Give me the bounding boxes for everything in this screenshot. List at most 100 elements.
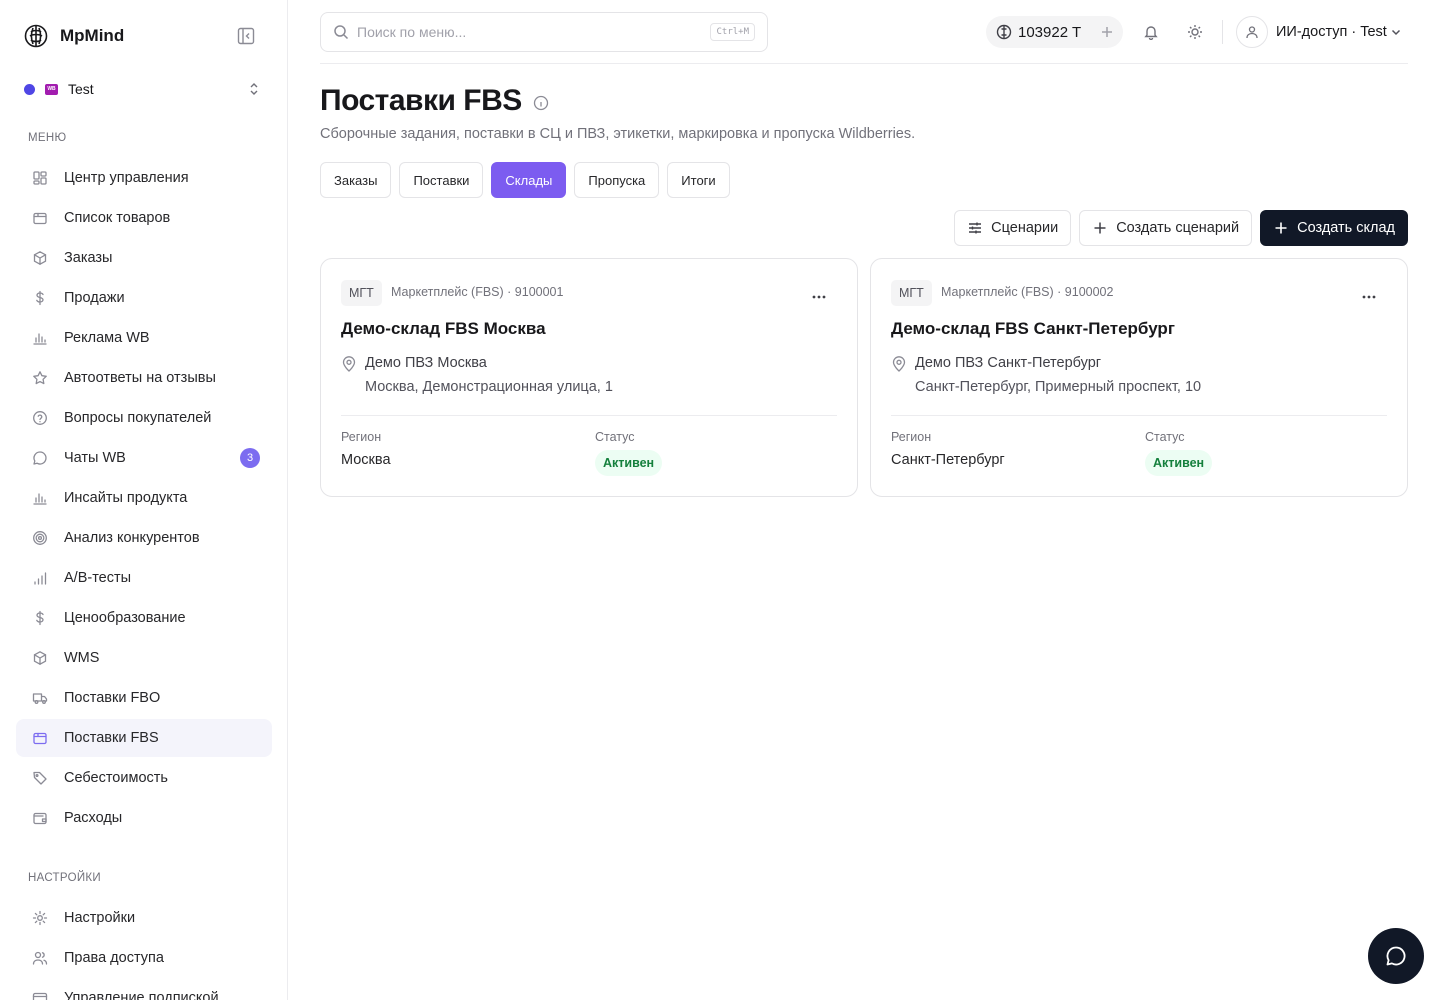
sidebar-item-label: Вопросы покупателей: [64, 410, 212, 426]
pickup-point-address: Москва, Демонстрационная улица, 1: [365, 379, 613, 395]
sidebar-item-13[interactable]: WMS: [16, 639, 272, 677]
status-label: Статус: [595, 430, 635, 444]
warehouse-type-tag: МГТ: [341, 280, 382, 306]
menu-section-label: МЕНЮ: [28, 132, 67, 144]
app-logo[interactable]: MpMind: [24, 22, 264, 50]
support-chat-button[interactable]: [1368, 928, 1424, 984]
app-name: MpMind: [60, 26, 125, 45]
region-label: Регион: [341, 430, 382, 444]
sidebar-item-15[interactable]: Поставки FBS: [16, 719, 272, 757]
wb-badge: WB: [45, 83, 58, 95]
tab-3[interactable]: Склады: [491, 162, 567, 198]
sidebar-item-16[interactable]: Себестоимость: [16, 759, 272, 797]
create-warehouse-button[interactable]: Создать склад: [1260, 210, 1408, 246]
tag-icon: [32, 770, 48, 786]
sidebar-item-label: Автоответы на отзывы: [64, 370, 216, 386]
unread-count-badge: 3: [240, 448, 260, 468]
pickup-point-address: Санкт-Петербург, Примерный проспект, 10: [915, 379, 1202, 395]
sidebar-item-3[interactable]: Управление подпиской: [16, 979, 272, 1000]
chevron-down-icon: [1389, 25, 1403, 39]
sidebar-item-5[interactable]: Реклама WB: [16, 319, 272, 357]
sun-icon[interactable]: [1185, 22, 1205, 42]
more-horizontal-icon[interactable]: [1357, 287, 1381, 307]
tab-2[interactable]: Поставки: [399, 162, 484, 198]
tab-1[interactable]: Заказы: [320, 162, 392, 198]
sidebar-item-label: Расходы: [64, 810, 123, 826]
balance-value: 103922 T: [1018, 23, 1082, 41]
create-scenario-button[interactable]: Создать сценарий: [1079, 210, 1253, 246]
bar-chart-icon: [32, 330, 48, 346]
tab-4[interactable]: Пропуска: [574, 162, 660, 198]
warehouse-title[interactable]: Демо-склад FBS Санкт-Петербург: [891, 319, 1175, 339]
truck-icon: [32, 690, 48, 706]
user-menu[interactable]: ИИ-доступ · Test: [1236, 16, 1408, 48]
sidebar-item-label: Ценообразование: [64, 610, 186, 626]
sidebar-item-2[interactable]: Список товаров: [16, 199, 272, 237]
menu-search[interactable]: Ctrl+M: [320, 12, 768, 52]
token-balance[interactable]: 103922 T: [986, 16, 1123, 48]
sidebar-item-14[interactable]: Поставки FBO: [16, 679, 272, 717]
region-label: Регион: [891, 430, 932, 444]
warehouse-meta: Маркетплейс (FBS) · 9100002: [941, 285, 1114, 299]
box-icon: [32, 210, 48, 226]
sidebar-item-8[interactable]: Чаты WB 3: [16, 439, 272, 477]
tab-5[interactable]: Итоги: [667, 162, 730, 198]
search-shortcut: Ctrl+M: [710, 23, 755, 41]
chat-icon: [32, 450, 48, 466]
sidebar-item-label: Поставки FBO: [64, 690, 161, 706]
sidebar-item-label: Настройки: [64, 910, 136, 926]
collapse-sidebar-icon[interactable]: [236, 26, 256, 46]
sidebar-item-label: Инсайты продукта: [64, 490, 188, 506]
search-icon: [333, 24, 349, 40]
sidebar-item-12[interactable]: Ценообразование: [16, 599, 272, 637]
help-circle-icon: [32, 410, 48, 426]
warehouse-title[interactable]: Демо-склад FBS Москва: [341, 319, 546, 339]
pickup-point-name: Демо ПВЗ Москва: [365, 355, 487, 371]
sidebar-item-4[interactable]: Продажи: [16, 279, 272, 317]
sidebar-item-10[interactable]: Анализ конкурентов: [16, 519, 272, 557]
create-scenario-label: Создать сценарий: [1116, 220, 1240, 236]
sidebar-item-11[interactable]: A/B-тесты: [16, 559, 272, 597]
more-horizontal-icon[interactable]: [807, 287, 831, 307]
workspace-status-dot: [24, 83, 35, 95]
page-subtitle: Сборочные задания, поставки в СЦ и ПВЗ, …: [320, 126, 916, 142]
status-badge: Активен: [595, 450, 663, 476]
dollar-icon: [32, 610, 48, 626]
map-pin-icon: [891, 355, 907, 373]
sidebar-item-17[interactable]: Расходы: [16, 799, 272, 837]
plus-icon: [1273, 220, 1289, 236]
sidebar-item-label: Список товаров: [64, 210, 171, 226]
warehouse-card[interactable]: МГТ Маркетплейс (FBS) · 9100001 Демо-склад…: [320, 258, 858, 497]
header-divider: [320, 63, 1408, 64]
sidebar-item-6[interactable]: Автоответы на отзывы: [16, 359, 272, 397]
sidebar-item-label: Заказы: [64, 250, 113, 266]
sidebar-item-3[interactable]: Заказы: [16, 239, 272, 277]
add-balance-icon[interactable]: [1099, 24, 1115, 40]
sidebar-item-9[interactable]: Инсайты продукта: [16, 479, 272, 517]
dashboard-icon: [32, 170, 48, 186]
brain-logo-icon: [24, 24, 48, 48]
sidebar-item-1[interactable]: Настройки: [16, 899, 272, 937]
sidebar-item-label: Продажи: [64, 290, 125, 306]
workspace-switcher[interactable]: WB Test: [24, 78, 264, 100]
info-icon[interactable]: [532, 94, 550, 112]
region-value: Санкт-Петербург: [891, 452, 1005, 468]
sidebar-item-1[interactable]: Центр управления: [16, 159, 272, 197]
map-pin-icon: [341, 355, 357, 373]
header-separator: [1222, 20, 1223, 44]
scenarios-button[interactable]: Сценарии: [954, 210, 1072, 246]
users-icon: [32, 950, 48, 966]
sidebar-item-2[interactable]: Права доступа: [16, 939, 272, 977]
search-input[interactable]: [357, 24, 687, 40]
chat-bubble-icon: [1384, 944, 1408, 968]
wallet-icon: [32, 810, 48, 826]
sidebar-item-label: Управление подпиской: [64, 990, 219, 1000]
page-actions: Сценарии Создать сценарий Создать склад: [946, 210, 1408, 246]
settings-section-label: НАСТРОЙКИ: [28, 872, 101, 884]
main-nav: Центр управления Список товаров Заказы Прод…: [16, 159, 272, 839]
sidebar: MpMind WB Test МЕНЮ Центр управления Спис…: [0, 0, 288, 1000]
warehouse-card[interactable]: МГТ Маркетплейс (FBS) · 9100002 Демо-склад…: [870, 258, 1408, 497]
sidebar-item-7[interactable]: Вопросы покупателей: [16, 399, 272, 437]
bell-icon[interactable]: [1141, 22, 1161, 42]
page-tabs: Заказы Поставки Склады Пропуска Итоги: [320, 162, 738, 198]
